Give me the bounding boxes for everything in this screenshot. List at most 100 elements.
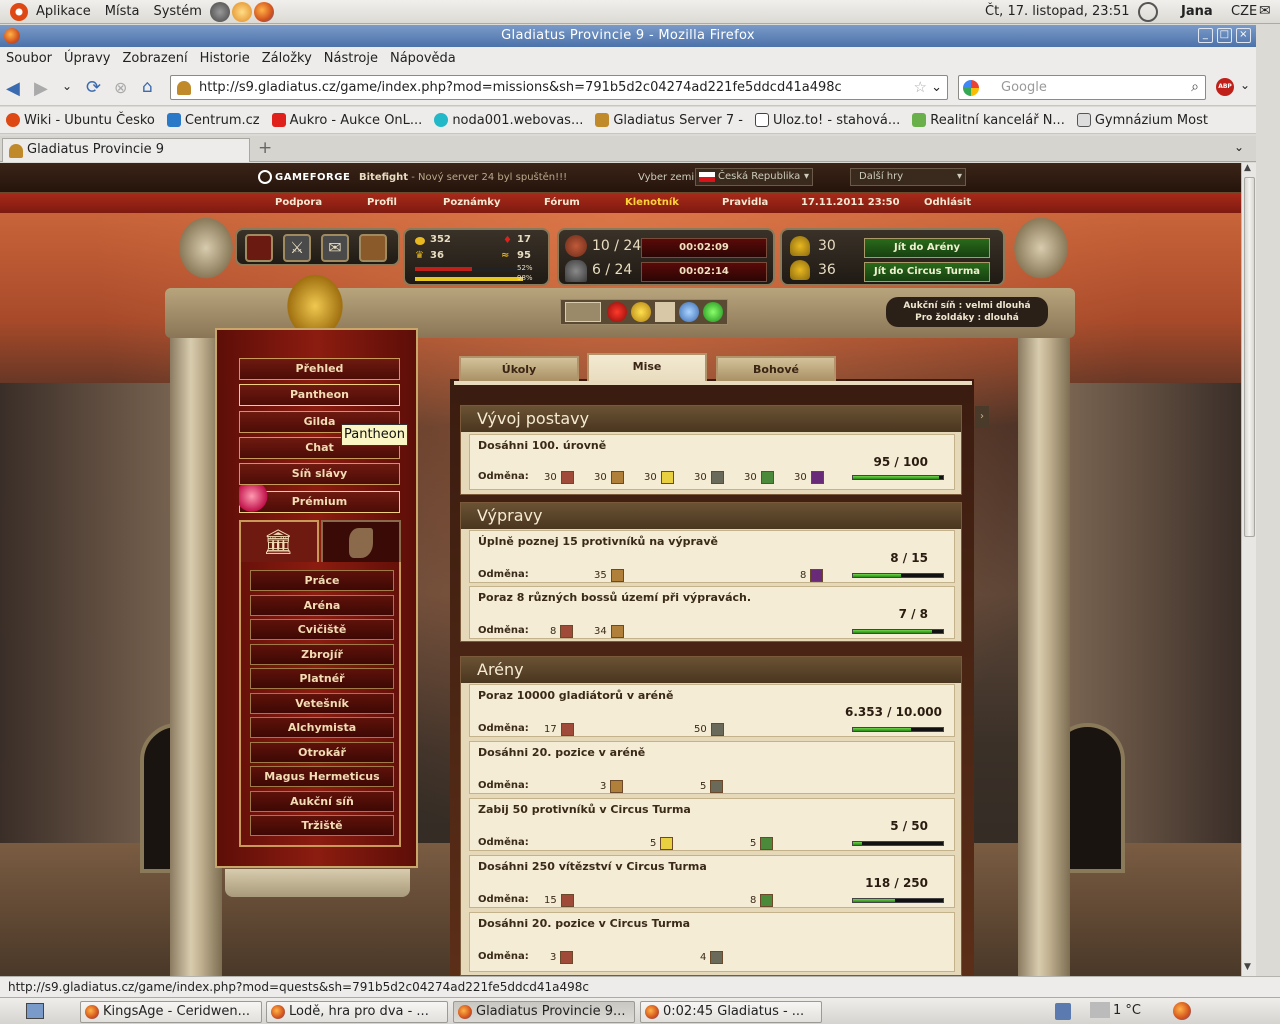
menu-help[interactable]: Nápověda (384, 51, 462, 66)
go-to-arena-button[interactable]: Jít do Arény (864, 238, 990, 258)
panel-scroll-arrow-icon[interactable]: › (975, 406, 989, 428)
applications-menu[interactable]: Aplikace (29, 4, 98, 19)
buff-sword-icon[interactable] (565, 302, 601, 322)
clock[interactable]: Čt, 17. listopad, 23:51 (985, 4, 1130, 19)
nav-logout[interactable]: Odhlásit (924, 197, 971, 208)
menu-overview[interactable]: Přehled (239, 358, 400, 380)
nav-jeweller[interactable]: Klenotník (625, 197, 679, 208)
buff-gold-icon[interactable] (631, 302, 651, 322)
google-engine-icon[interactable] (963, 80, 979, 96)
launcher-settings-icon[interactable] (209, 1, 230, 22)
launcher-browser-icon[interactable] (231, 1, 252, 22)
submenu-market[interactable]: Tržiště (250, 815, 394, 836)
buff-scroll-icon[interactable] (655, 302, 675, 322)
launcher-firefox-icon[interactable] (253, 1, 274, 22)
window-menu-icon[interactable] (4, 28, 20, 44)
mail-icon[interactable]: ✉ (321, 234, 349, 262)
tab-quests[interactable]: Úkoly (459, 356, 579, 382)
buff-red-icon[interactable] (607, 302, 627, 322)
submenu-auction[interactable]: Aukční síň (250, 791, 394, 812)
nav-rules[interactable]: Pravidla (722, 197, 768, 208)
nav-notes[interactable]: Poznámky (443, 197, 500, 208)
task-kingsage[interactable]: KingsAge - Ceridwen... (80, 1001, 262, 1023)
auction-status[interactable]: Aukční síň : velmi dlouhá Pro žoldáky : … (886, 297, 1048, 327)
tab-missions[interactable]: Mise (587, 353, 707, 383)
menu-file[interactable]: Soubor (0, 51, 58, 66)
bookmark-star-icon[interactable]: ☆ (914, 76, 927, 99)
weather-temperature[interactable]: 1 °C (1113, 1003, 1141, 1018)
tab-gods[interactable]: Bohové (716, 356, 836, 382)
scroll-up-icon[interactable]: ▲ (1244, 163, 1251, 173)
submenu-magus[interactable]: Magus Hermeticus (250, 766, 394, 787)
country-select[interactable]: Česká Republika ▾ (695, 168, 813, 186)
url-dropdown-icon[interactable]: ⌄ (931, 76, 942, 99)
task-gladiatus[interactable]: Gladiatus Provincie 9... (453, 1001, 635, 1023)
buff-blue-icon[interactable] (679, 302, 699, 322)
bookmark-item[interactable]: Gladiatus Server 7 - (595, 113, 743, 128)
gameforge-logo[interactable]: GAMEFORGE (258, 170, 350, 184)
task-gladiatus-timer[interactable]: 0:02:45 Gladiatus - ... (640, 1001, 822, 1023)
new-tab-icon[interactable]: + (258, 138, 272, 158)
system-menu[interactable]: Systém (146, 4, 208, 19)
submenu-alchemist[interactable]: Alchymista (250, 717, 394, 738)
more-games-select[interactable]: Další hry ▾ (850, 168, 966, 186)
submenu-arena[interactable]: Aréna (250, 595, 394, 616)
submenu-training[interactable]: Cvičiště (250, 619, 394, 640)
show-desktop-icon[interactable] (26, 1003, 44, 1019)
buff-green-icon[interactable] (703, 302, 723, 322)
inventory-chest-icon[interactable] (359, 234, 387, 262)
close-button[interactable]: × (1236, 28, 1251, 43)
go-to-circus-button[interactable]: Jít do Circus Turma (864, 262, 990, 282)
menu-edit[interactable]: Úpravy (58, 51, 116, 66)
bookmark-item[interactable]: noda001.webovas... (434, 113, 583, 128)
task-lode[interactable]: Lodě, hra pro dva - ... (266, 1001, 448, 1023)
bookmark-item[interactable]: Centrum.cz (166, 113, 260, 128)
ubuntu-logo-icon[interactable] (10, 2, 28, 21)
map-tab[interactable] (321, 520, 401, 562)
menu-tools[interactable]: Nástroje (318, 51, 384, 66)
maximize-button[interactable]: □ (1217, 28, 1232, 43)
history-dropdown-icon[interactable]: ⌄ (62, 79, 72, 93)
power-icon[interactable] (1138, 2, 1158, 22)
menu-bookmarks[interactable]: Záložky (256, 51, 318, 66)
back-icon[interactable]: ◀ (6, 78, 20, 99)
submenu-slaver[interactable]: Otrokář (250, 742, 394, 763)
url-bar[interactable]: http://s9.gladiatus.cz/game/index.php?mo… (170, 75, 948, 100)
tab-list-icon[interactable]: ⌄ (1234, 140, 1244, 154)
submenu-general-goods[interactable]: Vetešník (250, 693, 394, 714)
bookmark-item[interactable]: Wiki - Ubuntu Česko (6, 113, 155, 128)
user-name[interactable]: Jana (1181, 4, 1213, 19)
places-menu[interactable]: Místa (98, 4, 147, 19)
scroll-thumb[interactable] (1244, 177, 1255, 537)
notification-icon[interactable]: ✉ (1259, 3, 1271, 19)
adblock-icon[interactable]: ABP (1216, 78, 1234, 96)
submenu-weaponsmith[interactable]: Zbrojíř (250, 644, 394, 665)
firefox-tray-icon[interactable] (1173, 1002, 1191, 1020)
minimize-button[interactable]: _ (1198, 28, 1213, 43)
menu-hall-of-fame[interactable]: Síň slávy (239, 463, 400, 485)
tab-gladiatus[interactable]: Gladiatus Provincie 9 (2, 138, 250, 162)
trash-icon[interactable] (1055, 1003, 1071, 1020)
bookmark-item[interactable]: Gymnázium Most (1076, 113, 1208, 128)
forward-icon[interactable]: ▶ (34, 78, 48, 99)
keyboard-layout[interactable]: CZE (1231, 4, 1257, 19)
weather-icon[interactable] (1090, 1002, 1110, 1018)
adblock-dropdown-icon[interactable]: ⌄ (1240, 78, 1250, 92)
city-tab[interactable]: 🏛 (239, 520, 319, 562)
search-icon[interactable]: ⌕ (1191, 76, 1199, 99)
news-ticker[interactable]: Bitefight - Nový server 24 byl spuštěn!!… (359, 172, 567, 183)
home-icon[interactable]: ⌂ (142, 77, 153, 97)
submenu-armourer[interactable]: Platnéř (250, 668, 394, 689)
nav-support[interactable]: Podpora (275, 197, 322, 208)
bookmark-item[interactable]: Realitní kancelář N... (912, 113, 1065, 128)
stop-icon[interactable]: ⊗ (114, 78, 127, 97)
arena-swords-icon[interactable]: ⚔ (283, 234, 311, 262)
bookmark-item[interactable]: Uloz.to! - stahová... (754, 113, 900, 128)
menu-pantheon[interactable]: Pantheon (239, 384, 400, 406)
submenu-work[interactable]: Práce (250, 570, 394, 591)
overview-icon[interactable] (245, 234, 273, 262)
page-scrollbar[interactable]: ▲ ▼ (1241, 163, 1256, 976)
menu-history[interactable]: Historie (194, 51, 256, 66)
menu-view[interactable]: Zobrazení (116, 51, 193, 66)
nav-forum[interactable]: Fórum (544, 197, 580, 208)
